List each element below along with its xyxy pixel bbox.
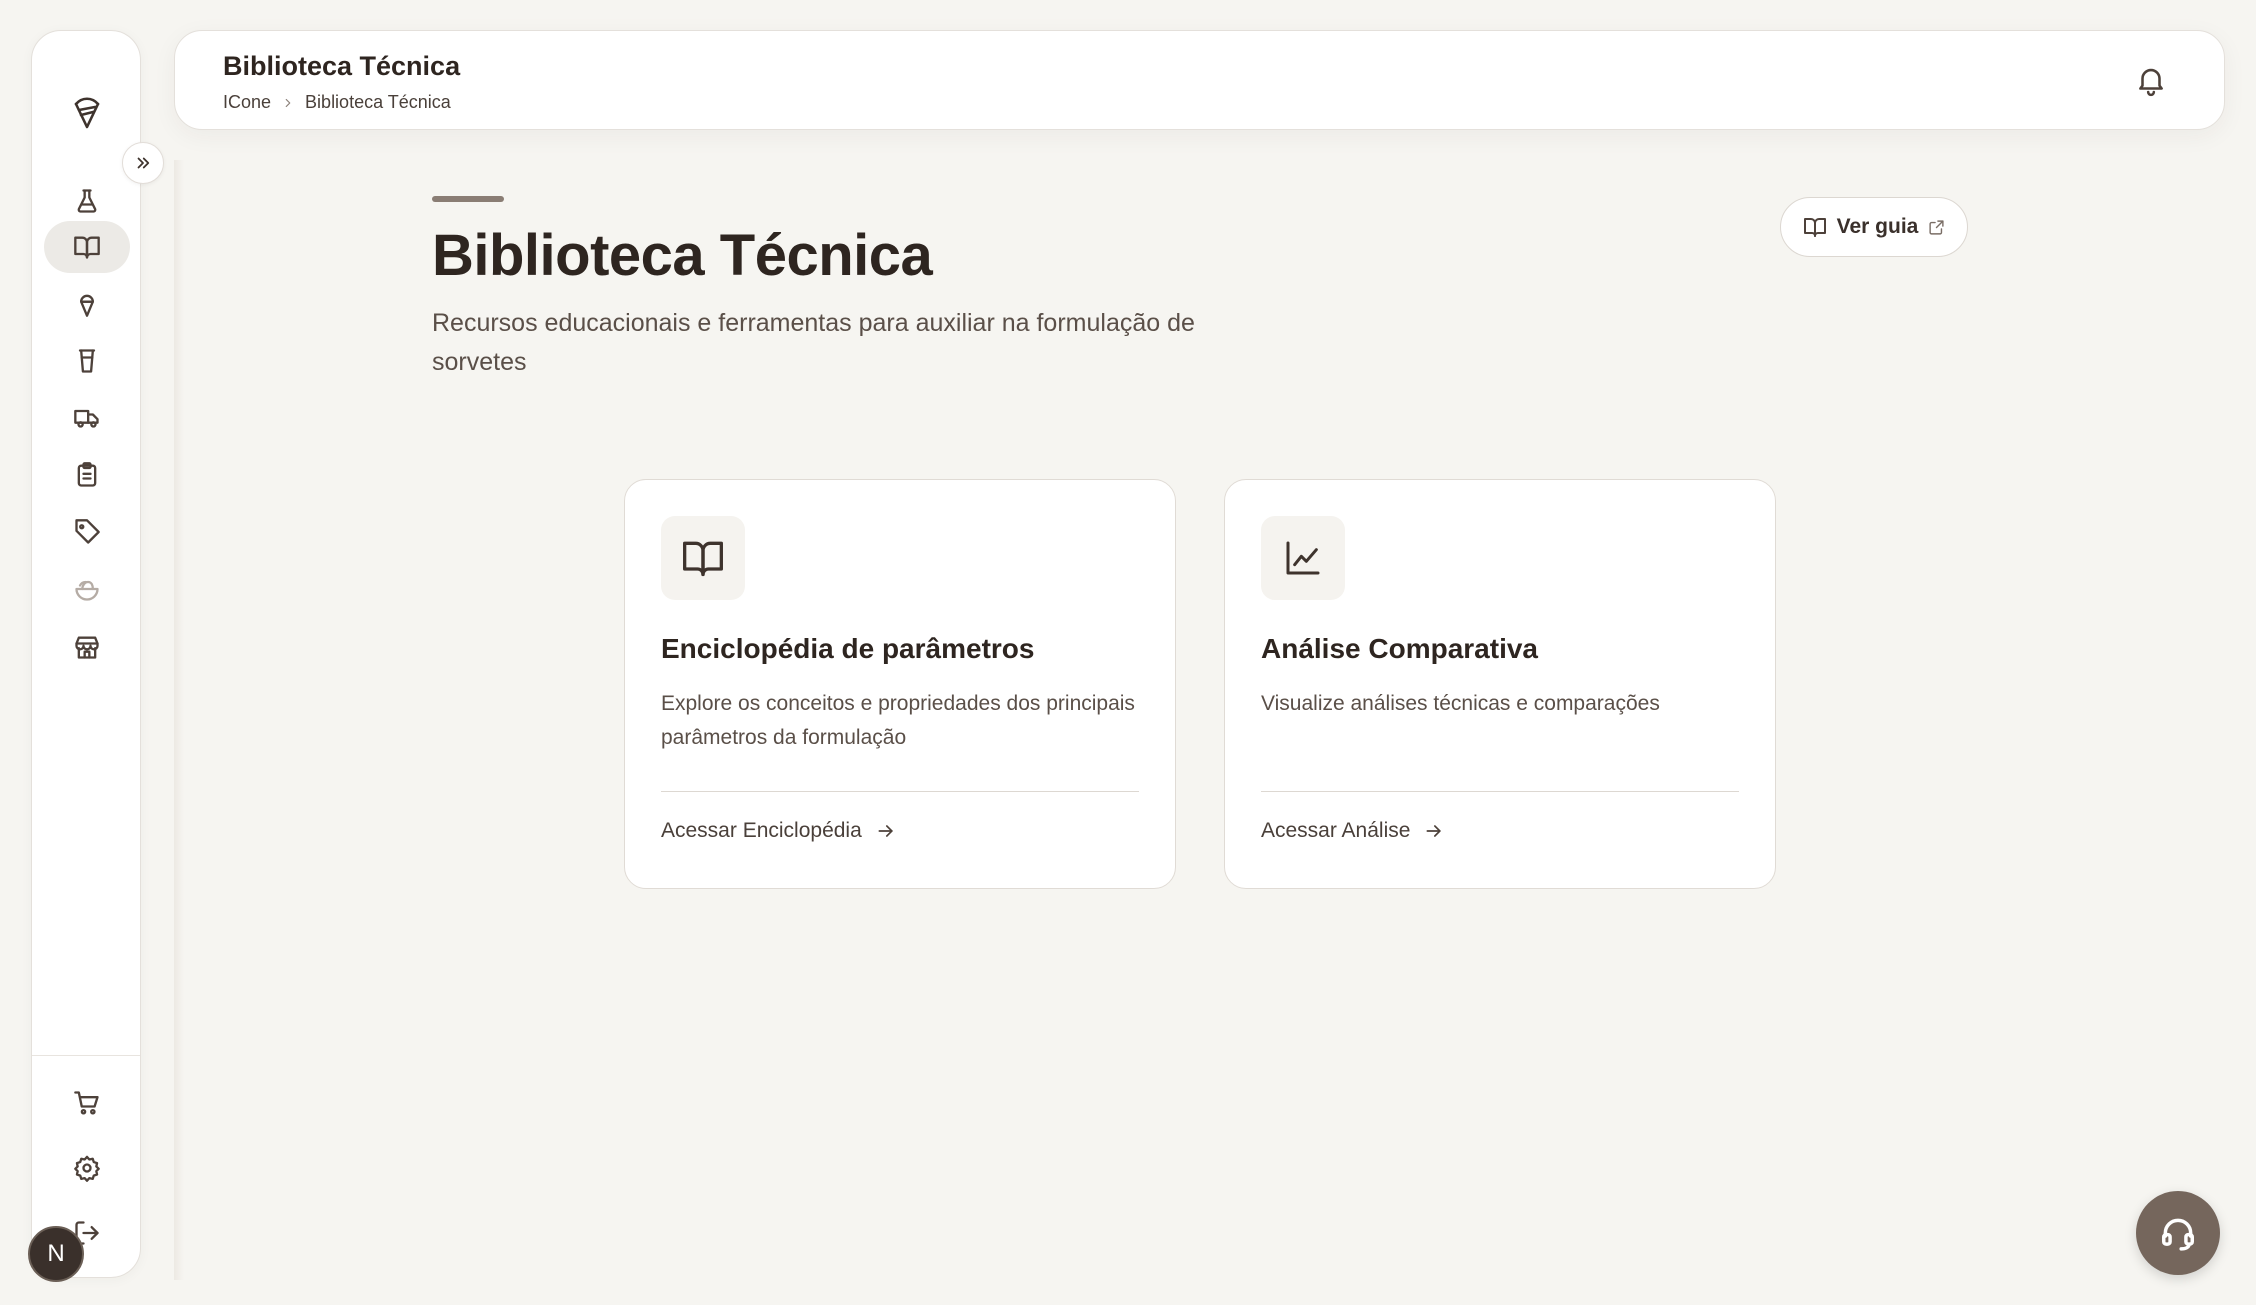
card-divider [1261,791,1739,792]
user-avatar[interactable]: N [28,1226,84,1282]
arrow-right-icon [1426,825,1442,837]
card-description: Visualize análises técnicas e comparaçõe… [1261,692,1660,715]
sidebar-item-lab[interactable] [44,175,130,227]
page-title: Biblioteca Técnica [432,223,933,288]
clipboard-list-icon [77,462,97,487]
book-open-icon [74,236,100,259]
card-divider [661,791,1139,792]
ice-cream-cone-icon [80,294,95,317]
sidebar-item-pricing[interactable] [44,506,130,558]
flask-icon [77,189,97,213]
card-encyclopedia[interactable]: Enciclopédia de parâmetros Explore os co… [624,479,1176,889]
view-guide-button[interactable]: Ver guia [1780,197,1968,257]
breadcrumb-home[interactable]: ICone [223,92,271,113]
sidebar [31,30,141,1278]
sidebar-item-cart[interactable] [44,1077,130,1129]
ice-cream-logo-icon[interactable] [72,93,102,131]
card-icon-container [661,516,745,600]
settings-icon [74,1155,100,1182]
card-title: Análise Comparativa [1261,633,1538,664]
access-analysis-link[interactable]: Acessar Análise [1261,819,1444,843]
card-description: Explore os conceitos e propriedades dos … [661,692,1135,749]
support-chat-button[interactable] [2136,1191,2220,1275]
sidebar-item-ice-cream[interactable] [44,278,130,330]
card-title: Enciclopédia de parâmetros [661,633,1035,664]
access-encyclopedia-link[interactable]: Acessar Enciclopédia [661,819,896,843]
sidebar-item-delivery[interactable] [44,392,130,444]
sidebar-item-settings[interactable] [44,1142,130,1194]
tag-icon [75,519,100,544]
chevrons-right-icon [137,157,150,169]
breadcrumb-current: Biblioteca Técnica [305,92,451,112]
title-accent-bar [432,196,504,202]
truck-icon [74,409,99,428]
sidebar-item-orders[interactable] [44,449,130,501]
store-icon [75,636,99,659]
sidebar-item-library[interactable] [44,221,130,273]
bowl-icon [75,580,99,601]
page-subtitle: Recursos educacionais e ferramentas para… [432,309,1195,376]
external-link-icon [1929,219,1944,235]
cup-icon [78,349,96,373]
top-header: Biblioteca Técnica ICone Biblioteca Técn… [174,30,2225,130]
card-link-label: Acessar Enciclopédia [661,819,862,842]
sidebar-expand-button[interactable] [122,142,164,184]
view-guide-label: Ver guia [1836,215,1919,238]
headset-icon [2162,1218,2194,1251]
sidebar-item-cup[interactable] [44,335,130,387]
card-icon-container [1261,516,1345,600]
book-open-icon [683,541,723,577]
card-comparative-analysis[interactable]: Análise Comparativa Visualize análises t… [1224,479,1776,889]
content-edge-shade [174,160,184,1280]
card-link-label: Acessar Análise [1261,819,1411,842]
notifications-button[interactable] [2134,63,2168,97]
sidebar-item-recipes[interactable] [44,563,130,615]
arrow-right-icon [878,825,893,837]
line-chart-icon [1286,541,1320,575]
sidebar-divider [32,1055,140,1056]
header-title: Biblioteca Técnica [223,51,461,81]
bell-icon [2139,68,2163,97]
book-open-icon [1803,218,1826,237]
sidebar-item-store[interactable] [44,621,130,673]
chevron-right-icon [285,98,291,107]
cart-icon [74,1091,99,1115]
breadcrumb: ICone Biblioteca Técnica [223,92,451,113]
